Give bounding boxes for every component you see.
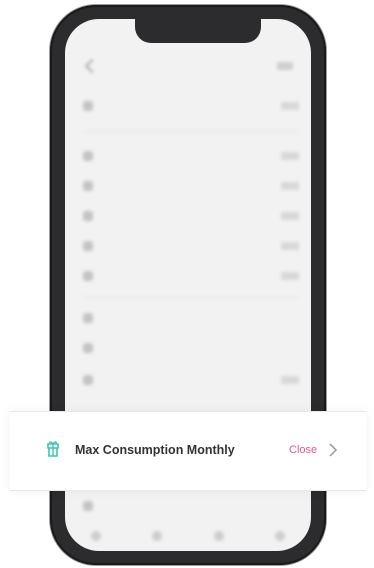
phone-notch (135, 19, 261, 43)
max-consumption-monthly-row[interactable]: Max Consumption Monthly Close (10, 411, 366, 491)
divider (83, 297, 299, 298)
tab-icon[interactable] (275, 531, 286, 541)
item-icon (83, 501, 93, 511)
item-icon (83, 343, 93, 353)
back-icon[interactable] (84, 58, 100, 74)
chevron-right-icon (329, 443, 338, 457)
list-item[interactable] (83, 147, 299, 165)
setting-label: Max Consumption Monthly (75, 443, 235, 457)
item-icon (83, 101, 93, 111)
gift-box-icon (47, 441, 59, 457)
list-item[interactable] (83, 497, 299, 515)
list-item[interactable] (83, 267, 299, 285)
list-item[interactable] (83, 339, 299, 357)
item-icon (83, 181, 93, 191)
divider (10, 411, 366, 412)
tab-icon[interactable] (152, 531, 163, 541)
tab-icon[interactable] (213, 531, 224, 541)
list-item[interactable] (83, 237, 299, 255)
item-icon (83, 211, 93, 221)
tab-icon[interactable] (90, 531, 101, 541)
item-icon (83, 313, 93, 323)
list-item[interactable] (83, 371, 299, 389)
item-icon (83, 375, 93, 385)
item-icon (83, 271, 93, 281)
list-item[interactable] (83, 309, 299, 327)
nav-action[interactable] (277, 62, 293, 70)
list-item[interactable] (83, 177, 299, 195)
nav-bar (65, 55, 311, 79)
item-icon (83, 151, 93, 161)
tab-bar (65, 521, 311, 551)
item-icon (83, 241, 93, 251)
list-item[interactable] (83, 207, 299, 225)
divider (10, 490, 366, 491)
divider (83, 131, 299, 132)
setting-value: Close (289, 444, 318, 456)
list-item[interactable] (83, 97, 299, 115)
